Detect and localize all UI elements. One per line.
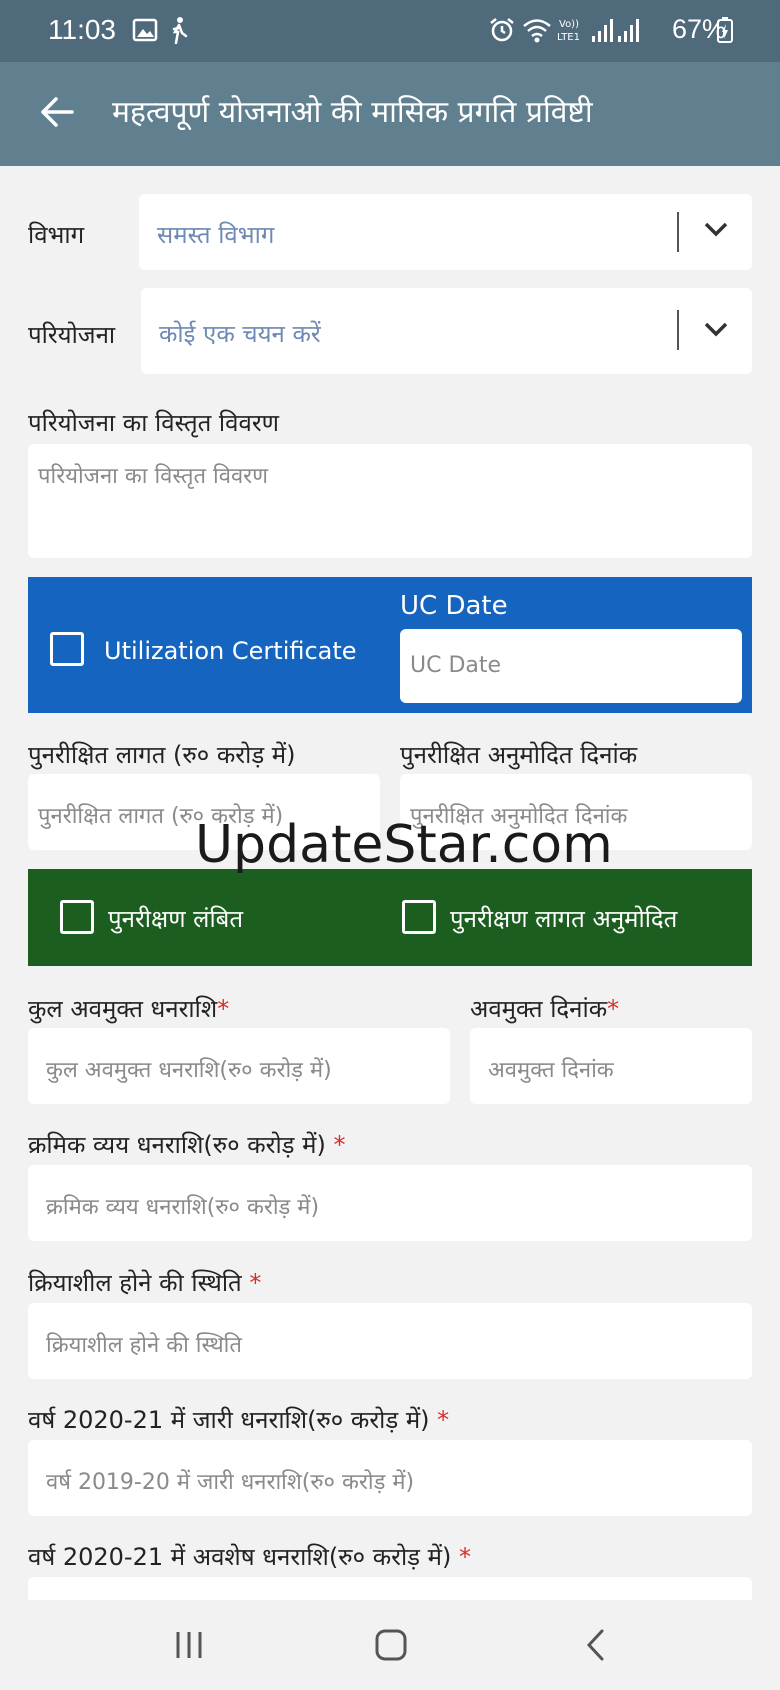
battery-icon [717,17,733,43]
watermark: UpdateStar.com [195,815,613,875]
released-date-placeholder: अवमुक्त दिनांक [488,1058,614,1083]
released-date-label: अवमुक्त दिनांक* [470,992,619,1025]
required-mark: * [437,1406,450,1434]
year-balance-label: वर्ष 2020-21 में अवशेष धनराशि(रु० करोड़ … [28,1540,471,1573]
arrow-left-icon[interactable] [38,92,78,132]
total-released-label-text: कुल अवमुक्त धनराशि [28,995,218,1023]
alarm-icon [490,18,514,42]
cumulative-expense-input[interactable]: क्रमिक व्यय धनराशि(रु० करोड़ में) [28,1165,752,1241]
signal-icon [592,19,639,42]
revised-cost-label: पुनरीक्षित लागत (रु० करोड़ में) [28,741,296,769]
recent-apps-icon[interactable] [172,1628,206,1662]
project-details-placeholder: परियोजना का विस्तृत विवरण [38,464,269,489]
utilization-certificate-checkbox[interactable] [50,632,84,666]
functional-status-label: क्रियाशील होने की स्थिति * [28,1266,261,1299]
project-placeholder: कोई एक चयन करें [159,320,321,348]
chevron-down-icon[interactable] [703,220,729,240]
cumulative-expense-label-text: क्रमिक व्यय धनराशि(रु० करोड़ में) [28,1131,334,1159]
released-date-label-text: अवमुक्त दिनांक [470,995,608,1023]
utilization-certificate-label: Utilization Certificate [104,637,357,665]
wifi-icon [523,19,551,43]
project-label: परियोजना [28,321,116,349]
uc-date-input[interactable]: UC Date [400,629,742,703]
year-released-label: वर्ष 2020-21 में जारी धनराशि(रु० करोड़ म… [28,1403,449,1436]
department-select[interactable]: समस्त विभाग [139,194,752,270]
required-mark: * [333,1131,346,1159]
department-label: विभाग [28,221,85,249]
year-released-placeholder: वर्ष 2019-20 में जारी धनराशि(रु० करोड़ म… [46,1470,415,1495]
department-placeholder: समस्त विभाग [157,221,275,249]
revision-pending-checkbox[interactable] [60,900,94,934]
revision-status-panel: पुनरीक्षण लंबित पुनरीक्षण लागत अनुमोदित [28,869,752,966]
home-icon[interactable] [374,1628,408,1662]
project-details-textarea[interactable]: परियोजना का विस्तृत विवरण [28,444,752,558]
chevron-down-icon[interactable] [703,320,729,340]
required-mark: * [607,995,620,1023]
utilization-certificate-panel: Utilization Certificate UC Date UC Date [28,577,752,713]
cumulative-expense-placeholder: क्रमिक व्यय धनराशि(रु० करोड़ में) [46,1195,320,1220]
uc-date-label: UC Date [400,591,508,621]
total-released-input[interactable]: कुल अवमुक्त धनराशि(रु० करोड़ में) [28,1028,450,1104]
total-released-placeholder: कुल अवमुक्त धनराशि(रु० करोड़ में) [46,1058,332,1083]
status-time: 11:03 [48,14,116,45]
select-divider [677,212,679,252]
select-divider [677,310,679,350]
status-bar: 11:03 Vo)) LTE1 67% [0,0,780,62]
walking-icon [172,17,188,44]
svg-text:Vo)): Vo)) [559,19,579,30]
uc-date-placeholder: UC Date [410,653,502,678]
year-released-input[interactable]: वर्ष 2019-20 में जारी धनराशि(रु० करोड़ म… [28,1440,752,1516]
total-released-label: कुल अवमुक्त धनराशि* [28,992,229,1025]
revised-approved-date-label: पुनरीक्षित अनुमोदित दिनांक [400,741,638,769]
volte-icon: Vo)) LTE1 [557,19,580,43]
functional-status-label-text: क्रियाशील होने की स्थिति [28,1269,250,1297]
revision-approved-checkbox[interactable] [402,900,436,934]
year-released-label-text: वर्ष 2020-21 में जारी धनराशि(रु० करोड़ म… [28,1406,438,1434]
revision-pending-label: पुनरीक्षण लंबित [108,905,244,933]
released-date-input[interactable]: अवमुक्त दिनांक [470,1028,752,1104]
project-select[interactable]: कोई एक चयन करें [141,288,752,374]
project-details-label: परियोजना का विस्तृत विवरण [28,409,280,437]
back-nav-icon[interactable] [580,1628,614,1662]
navigation-bar [0,1600,780,1690]
revision-approved-label: पुनरीक्षण लागत अनुमोदित [450,905,678,933]
cumulative-expense-label: क्रमिक व्यय धनराशि(रु० करोड़ में) * [28,1128,346,1161]
required-mark: * [458,1543,471,1571]
year-balance-label-text: वर्ष 2020-21 में अवशेष धनराशि(रु० करोड़ … [28,1543,459,1571]
required-mark: * [217,995,230,1023]
app-bar: महत्वपूर्ण योजनाओ की मासिक प्रगति प्रविष… [0,62,780,166]
svg-text:LTE1: LTE1 [557,32,580,43]
required-mark: * [249,1269,262,1297]
page-title: महत्वपूर्ण योजनाओ की मासिक प्रगति प्रविष… [112,95,593,130]
functional-status-input[interactable]: क्रियाशील होने की स्थिति [28,1303,752,1379]
functional-status-placeholder: क्रियाशील होने की स्थिति [46,1333,242,1358]
gallery-icon [132,18,158,42]
